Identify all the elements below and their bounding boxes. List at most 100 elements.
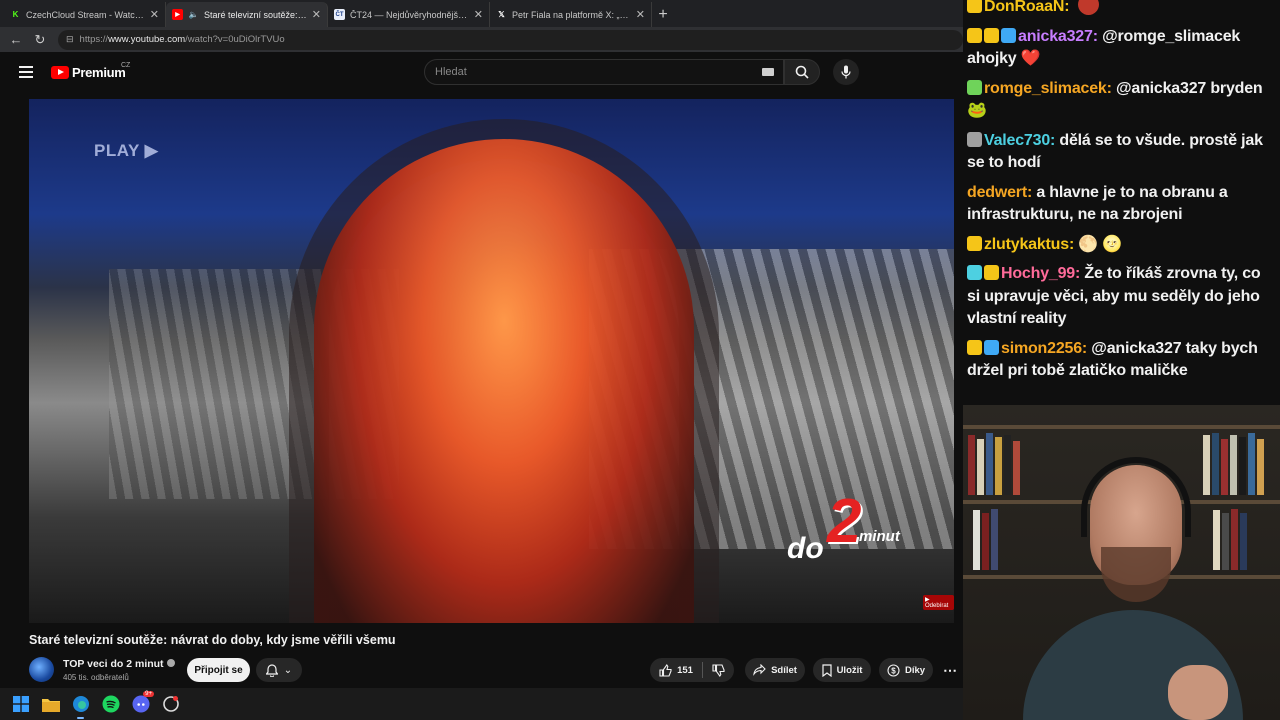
chat-username[interactable]: zlutykaktus xyxy=(984,236,1069,253)
tab-title: Petr Fiala na platformě X: „100 dní xyxy=(512,9,631,20)
chat-message: Valec730: dělá se to všude. prostě jak s… xyxy=(967,130,1276,175)
close-tab-icon[interactable]: ✕ xyxy=(150,8,159,21)
chat-colon: : xyxy=(1064,0,1070,15)
vhs-play-overlay: PLAY ▶ xyxy=(94,141,159,160)
country-code: CZ xyxy=(121,62,131,69)
book xyxy=(977,439,984,495)
chat-username[interactable]: DonRoaaN xyxy=(984,0,1064,15)
bell-icon xyxy=(265,663,278,677)
close-tab-icon[interactable]: ✕ xyxy=(312,8,321,21)
like-count[interactable]: 151 xyxy=(677,665,693,676)
chat-username[interactable]: romge_slimacek xyxy=(984,80,1107,97)
chat-username[interactable]: simon2256 xyxy=(1001,340,1082,357)
reload-button[interactable]: ↻ xyxy=(30,30,50,50)
youtube-logo[interactable]: Premium xyxy=(51,65,126,80)
chat-colon: : xyxy=(1050,131,1060,149)
book xyxy=(1212,433,1219,495)
channel-name[interactable]: TOP veci do 2 minut xyxy=(63,658,164,670)
close-tab-icon[interactable]: ✕ xyxy=(636,8,645,21)
book xyxy=(1013,441,1020,495)
new-tab-button[interactable]: + xyxy=(652,2,674,27)
file-explorer-icon[interactable] xyxy=(41,695,60,714)
tab-czechcloud[interactable]: K CzechCloud Stream - Watch Live o ✕ xyxy=(4,2,166,27)
menu-icon[interactable] xyxy=(19,66,33,78)
tab-ct24[interactable]: ČT ČT24 — Nejdůvěryhodnější zprav ✕ xyxy=(328,2,490,27)
keyboard-icon[interactable] xyxy=(762,68,774,76)
youtube-icon: ▶ xyxy=(172,9,183,20)
badge-icon xyxy=(984,27,999,43)
ct24-icon: ČT xyxy=(334,9,345,20)
more-actions-icon[interactable]: ⋯ xyxy=(940,658,960,682)
channel-name-row[interactable]: TOP veci do 2 minut xyxy=(63,658,175,670)
chevron-down-icon: ⌄ xyxy=(283,664,293,676)
windows-taskbar: 9+ xyxy=(0,688,963,720)
notification-button[interactable]: ⌄ xyxy=(256,658,302,682)
badge-icon xyxy=(967,265,982,280)
verified-icon xyxy=(166,659,175,668)
tab-x[interactable]: 𝕏 Petr Fiala na platformě X: „100 dní ✕ xyxy=(490,2,652,27)
address-bar-row: ← ↻ ⊟ https://www.youtube.com/watch?v=0u… xyxy=(0,27,963,52)
search-placeholder: Hledat xyxy=(435,66,467,78)
chat-message: Hochy_99: Že to říkáš zrovna ty, co si u… xyxy=(967,263,1276,331)
tab-title: CzechCloud Stream - Watch Live o xyxy=(26,9,145,20)
video-player[interactable]: PLAY ▶ 2 do minut ▶ Odebírat xyxy=(29,99,954,623)
tab-title: ČT24 — Nejdůvěryhodnější zprav xyxy=(350,9,469,20)
chat-colon: : xyxy=(1092,27,1103,45)
video-title: Staré televizní soutěže: návrat do doby,… xyxy=(29,633,396,647)
chat-username[interactable]: dedwert xyxy=(967,184,1027,201)
stream-chat: DonRoaaN: anicka327: @romge_slimacek aho… xyxy=(963,0,1280,405)
channel-watermark: 2 do minut xyxy=(787,487,917,574)
like-icon[interactable] xyxy=(659,663,672,677)
notification-badge: 9+ xyxy=(143,690,154,697)
chat-username[interactable]: Valec730 xyxy=(984,132,1050,149)
book xyxy=(1231,509,1238,570)
book xyxy=(968,435,975,495)
chat-username[interactable]: Hochy_99 xyxy=(1001,265,1075,282)
subscribe-watermark[interactable]: ▶ Odebírat xyxy=(923,595,954,610)
edge-browser-icon[interactable] xyxy=(71,695,90,719)
speaker-icon[interactable]: 🔈 xyxy=(188,9,199,20)
thanks-button[interactable]: $ Díky xyxy=(879,658,933,682)
chat-colon: : xyxy=(1026,183,1037,201)
spotify-icon[interactable] xyxy=(101,695,120,714)
book xyxy=(991,509,998,570)
chat-message: anicka327: @romge_slimacek ahojky ❤️ xyxy=(967,26,1276,71)
book xyxy=(986,433,993,495)
youtube-play-icon xyxy=(51,66,69,79)
book xyxy=(973,510,980,570)
search-input[interactable]: Hledat xyxy=(424,59,784,85)
site-info-icon[interactable]: ⊟ xyxy=(66,34,74,45)
video-frame xyxy=(314,139,694,623)
windows-start-icon[interactable] xyxy=(11,695,30,714)
tab-youtube[interactable]: ▶ 🔈 Staré televizní soutěže: návrat ✕ xyxy=(166,2,328,27)
book xyxy=(1240,513,1247,570)
share-label: Sdílet xyxy=(771,664,797,676)
search-icon xyxy=(795,65,809,79)
chat-text: 🌕 🌝 xyxy=(1078,235,1123,253)
url-field[interactable]: ⊟ https://www.youtube.com/watch?v=0uDiOl… xyxy=(58,29,963,50)
badge-icon xyxy=(967,339,982,355)
close-tab-icon[interactable]: ✕ xyxy=(474,8,483,21)
streamer-beard xyxy=(1101,547,1171,602)
divider xyxy=(701,662,703,678)
app-icon[interactable] xyxy=(161,695,180,714)
search-button[interactable] xyxy=(784,59,820,85)
chat-colon: : xyxy=(1081,339,1092,357)
badge-icon xyxy=(967,79,982,95)
book xyxy=(982,513,989,570)
chat-message: simon2256: @anicka327 taky bych držel pr… xyxy=(967,338,1276,383)
channel-avatar[interactable] xyxy=(29,657,54,682)
url-host: www.youtube.com xyxy=(108,34,186,45)
bookmark-icon xyxy=(821,663,832,677)
discord-icon[interactable]: 9+ xyxy=(131,690,154,714)
back-button[interactable]: ← xyxy=(6,30,26,50)
share-button[interactable]: Sdílet xyxy=(745,658,805,682)
voice-search-button[interactable] xyxy=(833,59,859,85)
chat-colon: : xyxy=(1068,235,1079,253)
dislike-icon[interactable] xyxy=(712,663,725,677)
streamer-hand xyxy=(1168,665,1228,720)
screen: K CzechCloud Stream - Watch Live o ✕ ▶ 🔈… xyxy=(0,0,1280,720)
save-button[interactable]: Uložit xyxy=(813,658,871,682)
join-button[interactable]: Připojit se xyxy=(187,658,250,682)
chat-username[interactable]: anicka327 xyxy=(1018,28,1093,45)
